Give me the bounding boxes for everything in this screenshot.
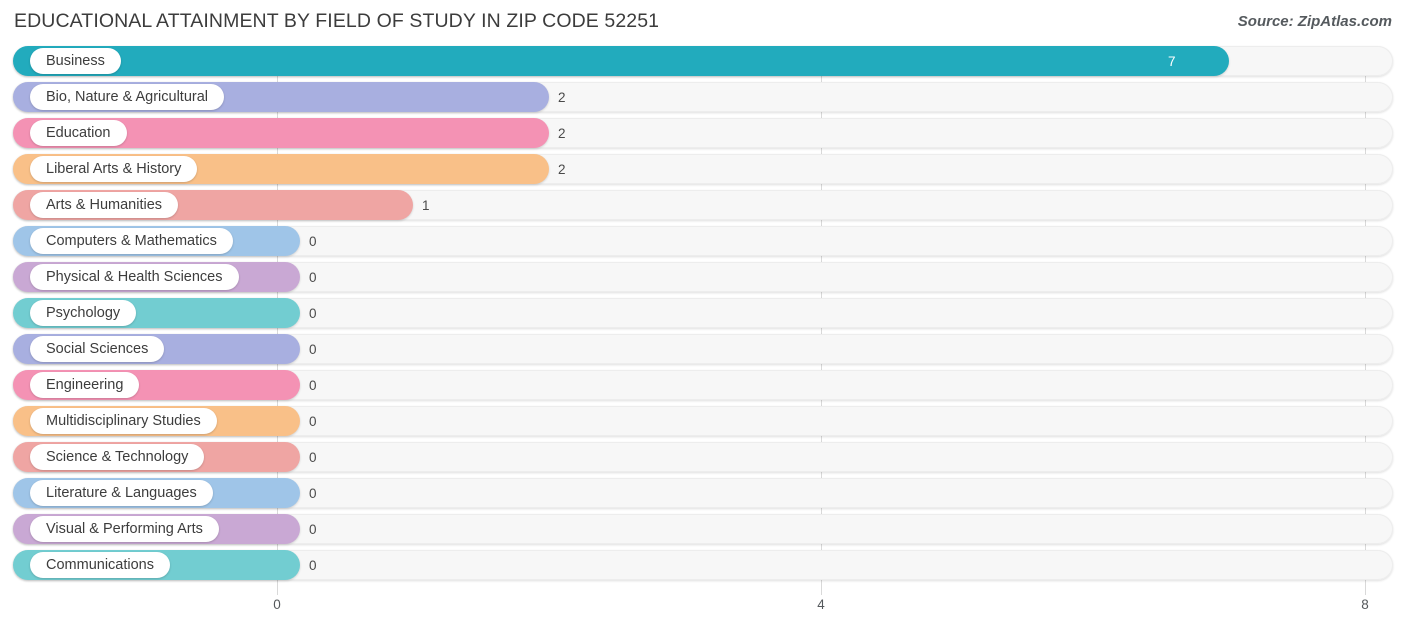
bar-category-label: Science & Technology [46,448,189,465]
source-attribution: Source: ZipAtlas.com [1237,13,1392,30]
x-tick-label: 0 [273,597,281,612]
bar-label-pill: Arts & Humanities [30,192,179,218]
bar-row[interactable]: Communications 0 [0,550,1406,580]
bar-category-label: Liberal Arts & History [46,160,182,177]
bar-value-label: 0 [309,557,317,573]
bar-rows: Business 7 Bio, Nature & Agricultural 2 Educ… [0,46,1406,586]
bar-label-pill: Education [30,120,127,146]
bar-category-label: Literature & Languages [46,484,197,501]
x-axis: 0 4 8 [0,595,1406,631]
bar-row[interactable]: Visual & Performing Arts 0 [0,514,1406,544]
bar-value-label: 2 [558,161,566,177]
bar-label-pill: Visual & Performing Arts [30,516,219,542]
bar-value-label: 0 [309,413,317,429]
bar-value-label: 0 [309,341,317,357]
chart-header: EDUCATIONAL ATTAINMENT BY FIELD OF STUDY… [0,0,1406,46]
bar-category-label: Bio, Nature & Agricultural [46,88,208,105]
bar-row[interactable]: Business 7 [0,46,1406,76]
bar-value-label: 0 [309,485,317,501]
bar-row[interactable]: Engineering 0 [0,370,1406,400]
bar-label-pill: Communications [30,552,170,578]
bar-label-pill: Social Sciences [30,336,165,362]
bar-label-pill: Multidisciplinary Studies [30,408,217,434]
bar-row[interactable]: Arts & Humanities 1 [0,190,1406,220]
bar-category-label: Computers & Mathematics [46,232,217,249]
bar-value-label: 0 [309,377,317,393]
bar-value-label: 7 [1168,53,1176,69]
bar-label-pill: Engineering [30,372,140,398]
bar-category-label: Engineering [46,376,124,393]
bar-value-label: 0 [309,449,317,465]
bar-row[interactable]: Multidisciplinary Studies 0 [0,406,1406,436]
bar-row[interactable]: Science & Technology 0 [0,442,1406,472]
bar-category-label: Multidisciplinary Studies [46,412,201,429]
bar-row[interactable]: Computers & Mathematics 0 [0,226,1406,256]
bar-row[interactable]: Liberal Arts & History 2 [0,154,1406,184]
bar-label-pill: Physical & Health Sciences [30,264,239,290]
bar-row[interactable]: Social Sciences 0 [0,334,1406,364]
bar-label-pill: Bio, Nature & Agricultural [30,84,224,110]
bar-row[interactable]: Education 2 [0,118,1406,148]
bar-label-pill: Literature & Languages [30,480,213,506]
bar-value-label: 0 [309,305,317,321]
bar-label-pill: Business [30,48,121,74]
bar-row[interactable]: Literature & Languages 0 [0,478,1406,508]
bar-category-label: Arts & Humanities [46,196,163,213]
bar-category-label: Education [46,124,111,141]
bar-value-label: 0 [309,269,317,285]
bar-fill [13,46,1229,76]
page-title: EDUCATIONAL ATTAINMENT BY FIELD OF STUDY… [14,10,660,32]
bar-value-label: 2 [558,125,566,141]
bar-value-label: 2 [558,89,566,105]
bar-category-label: Social Sciences [46,340,149,357]
bar-category-label: Physical & Health Sciences [46,268,223,285]
bar-category-label: Visual & Performing Arts [46,520,203,537]
x-tick-label: 8 [1361,597,1369,612]
bar-label-pill: Computers & Mathematics [30,228,233,254]
x-tick-label: 4 [817,597,825,612]
bar-label-pill: Liberal Arts & History [30,156,198,182]
bar-row[interactable]: Physical & Health Sciences 0 [0,262,1406,292]
bar-value-label: 0 [309,233,317,249]
bar-category-label: Psychology [46,304,121,321]
bar-row[interactable]: Bio, Nature & Agricultural 2 [0,82,1406,112]
bar-category-label: Communications [46,556,154,573]
chart-plot-area: Business 7 Bio, Nature & Agricultural 2 Educ… [0,46,1406,595]
bar-row[interactable]: Psychology 0 [0,298,1406,328]
bar-category-label: Business [46,52,105,69]
bar-value-label: 1 [422,197,430,213]
bar-value-label: 0 [309,521,317,537]
bar-label-pill: Psychology [30,300,137,326]
bar-label-pill: Science & Technology [30,444,205,470]
